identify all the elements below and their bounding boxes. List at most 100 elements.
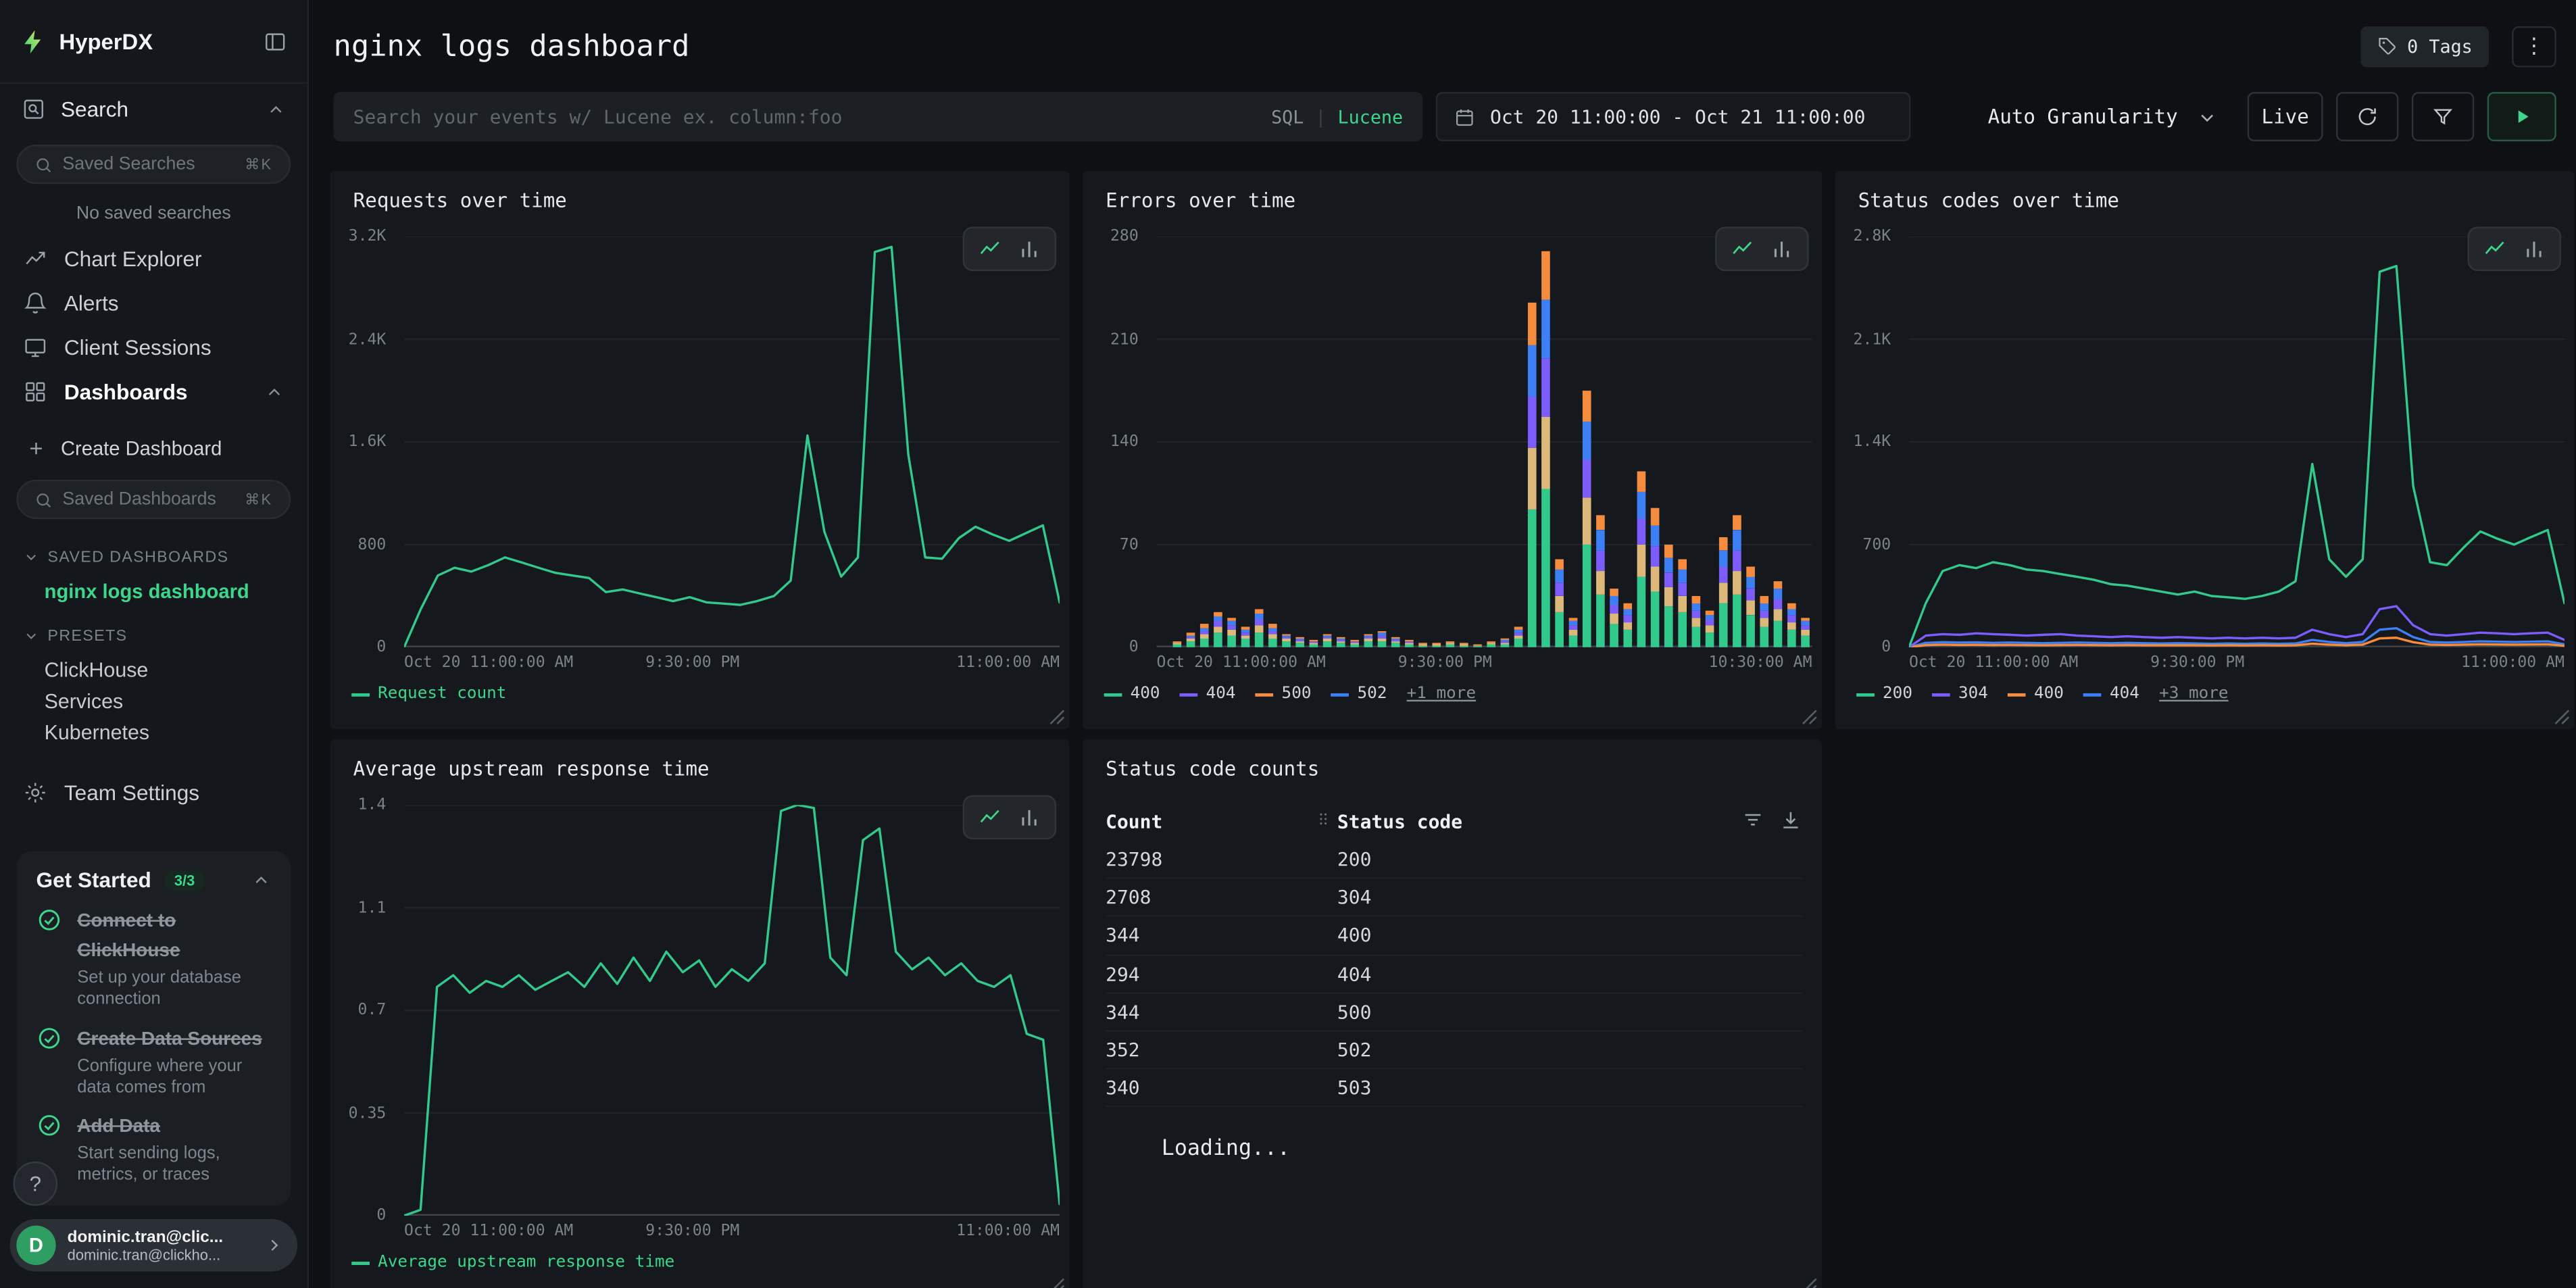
column-header-count[interactable]: Count (1106, 810, 1162, 833)
legend-more-link[interactable]: +3 more (2159, 685, 2228, 703)
line-chart-icon[interactable] (978, 237, 1002, 261)
legend-item[interactable]: 404 (2083, 685, 2139, 703)
dashboard-header: nginx logs dashboard 0 Tags ⋮ (334, 20, 2556, 72)
sidebar-collapse-button[interactable] (263, 29, 287, 53)
panel-resize-handle[interactable] (1802, 710, 1817, 724)
legend-item[interactable]: Average upstream response time (351, 1254, 674, 1272)
preset-link-kubernetes[interactable]: Kubernetes (0, 716, 307, 747)
preset-link-clickhouse[interactable]: ClickHouse (0, 654, 307, 685)
preset-link-services[interactable]: Services (0, 685, 307, 716)
chart-legend: Request count (351, 685, 506, 703)
get-started-header[interactable]: Get Started 3/3 (36, 868, 271, 892)
get-started-item-add-data[interactable]: Add Data Start sending logs, metrics, or… (36, 1111, 271, 1186)
date-range-picker[interactable]: Oct 20 11:00:00 - Oct 21 11:00:00 (1436, 92, 1911, 141)
filters-button[interactable] (2412, 92, 2474, 141)
legend-item[interactable]: Request count (351, 685, 506, 703)
saved-dashboards-input[interactable]: Saved Dashboards ⌘K (16, 480, 291, 519)
chart-type-toggle (2468, 226, 2562, 271)
legend-label: 304 (1958, 685, 1988, 703)
user-menu[interactable]: D dominic.tran@clic... dominic.tran@clic… (10, 1219, 297, 1272)
column-header-status-code[interactable]: Status code (1337, 810, 1462, 833)
legend-item[interactable]: 400 (1104, 685, 1160, 703)
legend-dash (1856, 693, 1875, 696)
table-row[interactable]: 344500 (1106, 993, 1802, 1031)
sidebar-item-chart-explorer[interactable]: Chart Explorer (0, 237, 307, 281)
saved-dashboards-section-header[interactable]: SAVED DASHBOARDS (0, 539, 307, 574)
chevron-up-icon (266, 99, 286, 119)
run-query-button[interactable] (2487, 92, 2556, 141)
legend-label: Request count (378, 685, 506, 703)
filter-list-icon[interactable] (1741, 808, 1764, 831)
live-button[interactable]: Live (2248, 92, 2323, 141)
tag-icon (2377, 36, 2397, 55)
presets-section-header[interactable]: PRESETS (0, 618, 307, 653)
y-axis-label: 2.4K (349, 330, 387, 349)
table-row[interactable]: 340503 (1106, 1070, 1802, 1108)
saved-searches-input[interactable]: Saved Searches ⌘K (16, 145, 291, 184)
language-toggle-lucene[interactable]: Lucene (1338, 106, 1404, 128)
panel-resize-handle[interactable] (1049, 710, 1064, 724)
bar-chart-icon[interactable] (2522, 237, 2546, 261)
dashboard-menu-button[interactable]: ⋮ (2512, 26, 2556, 67)
event-search-input[interactable] (353, 105, 1271, 128)
bar-chart-icon[interactable] (1017, 805, 1041, 829)
legend-item[interactable]: 502 (1331, 685, 1387, 703)
calendar-icon (1454, 106, 1476, 128)
legend-item[interactable]: 304 (1932, 685, 1988, 703)
no-saved-searches-note: No saved searches (0, 194, 307, 237)
help-button[interactable]: ? (13, 1162, 57, 1206)
chart-explorer-icon (23, 247, 47, 271)
x-axis-label: 9:30:00 PM (1398, 654, 1492, 672)
create-dashboard-button[interactable]: Create Dashboard (0, 427, 307, 470)
bar-chart-icon[interactable] (1017, 237, 1041, 261)
table-row[interactable]: 23798200 (1106, 841, 1802, 879)
legend-more-link[interactable]: +1 more (1407, 685, 1476, 703)
language-toggle-sql[interactable]: SQL (1271, 106, 1304, 128)
search-icon (34, 155, 53, 174)
line-chart-icon[interactable] (2482, 237, 2506, 261)
line-chart-icon[interactable] (978, 805, 1002, 829)
app-root: HyperDX Search Saved Searches ⌘K No save… (0, 0, 2576, 1288)
panel-title: Status codes over time (1858, 189, 2119, 212)
search-section-label: Search (61, 97, 128, 121)
event-search-box[interactable]: SQL | Lucene (334, 92, 1423, 141)
chart-type-toggle (963, 226, 1057, 271)
column-drag-handle-icon[interactable] (1314, 808, 1333, 830)
legend-item[interactable]: 400 (2008, 685, 2064, 703)
table-row[interactable]: 344400 (1106, 917, 1802, 955)
y-axis-label: 70 (1120, 536, 1139, 554)
get-started-item-datasources[interactable]: Create Data Sources Configure where your… (36, 1023, 271, 1098)
sidebar-section-search[interactable]: Search (0, 82, 307, 135)
table-row[interactable]: 2708304 (1106, 879, 1802, 917)
sidebar-item-alerts[interactable]: Alerts (0, 281, 307, 326)
table-row[interactable]: 294404 (1106, 956, 1802, 993)
get-started-item-connect[interactable]: Connect to ClickHouse Set up your databa… (36, 906, 271, 1010)
panel-resize-handle[interactable] (2554, 710, 2569, 724)
bar-chart-icon[interactable] (1769, 237, 1793, 261)
legend-item[interactable]: 404 (1180, 685, 1236, 703)
panel-title: Errors over time (1106, 189, 1295, 212)
granularity-select[interactable]: Auto Granularity (1971, 92, 2234, 141)
x-axis-label: Oct 20 11:00:00 AM (404, 654, 573, 672)
sidebar-item-team-settings[interactable]: Team Settings (0, 770, 307, 815)
table-loading-text: Loading... (1162, 1137, 1290, 1161)
refresh-button[interactable] (2336, 92, 2398, 141)
panel-resize-handle[interactable] (1049, 1278, 1064, 1288)
panel-resize-handle[interactable] (1802, 1278, 1817, 1288)
table-row[interactable]: 352502 (1106, 1032, 1802, 1070)
dashboard-link-nginx-logs[interactable]: nginx logs dashboard (0, 575, 307, 608)
sidebar-item-client-sessions[interactable]: Client Sessions (0, 325, 307, 370)
cell-status-code: 400 (1337, 924, 1372, 947)
chart-canvas (1909, 237, 2565, 647)
download-icon[interactable] (1779, 808, 1802, 831)
legend-item[interactable]: 500 (1256, 685, 1312, 703)
legend-item[interactable]: 200 (1856, 685, 1912, 703)
tags-button[interactable]: 0 Tags (2361, 26, 2489, 67)
y-axis: 08001.6K2.4K3.2K (330, 237, 396, 647)
line-chart-icon[interactable] (1730, 237, 1754, 261)
x-axis-label: 11:00:00 AM (2461, 654, 2565, 672)
sidebar-item-dashboards[interactable]: Dashboards (0, 370, 307, 414)
y-axis-label: 700 (1862, 536, 1891, 554)
get-started-badge: 3/3 (164, 870, 205, 890)
legend-dash (1331, 693, 1349, 696)
